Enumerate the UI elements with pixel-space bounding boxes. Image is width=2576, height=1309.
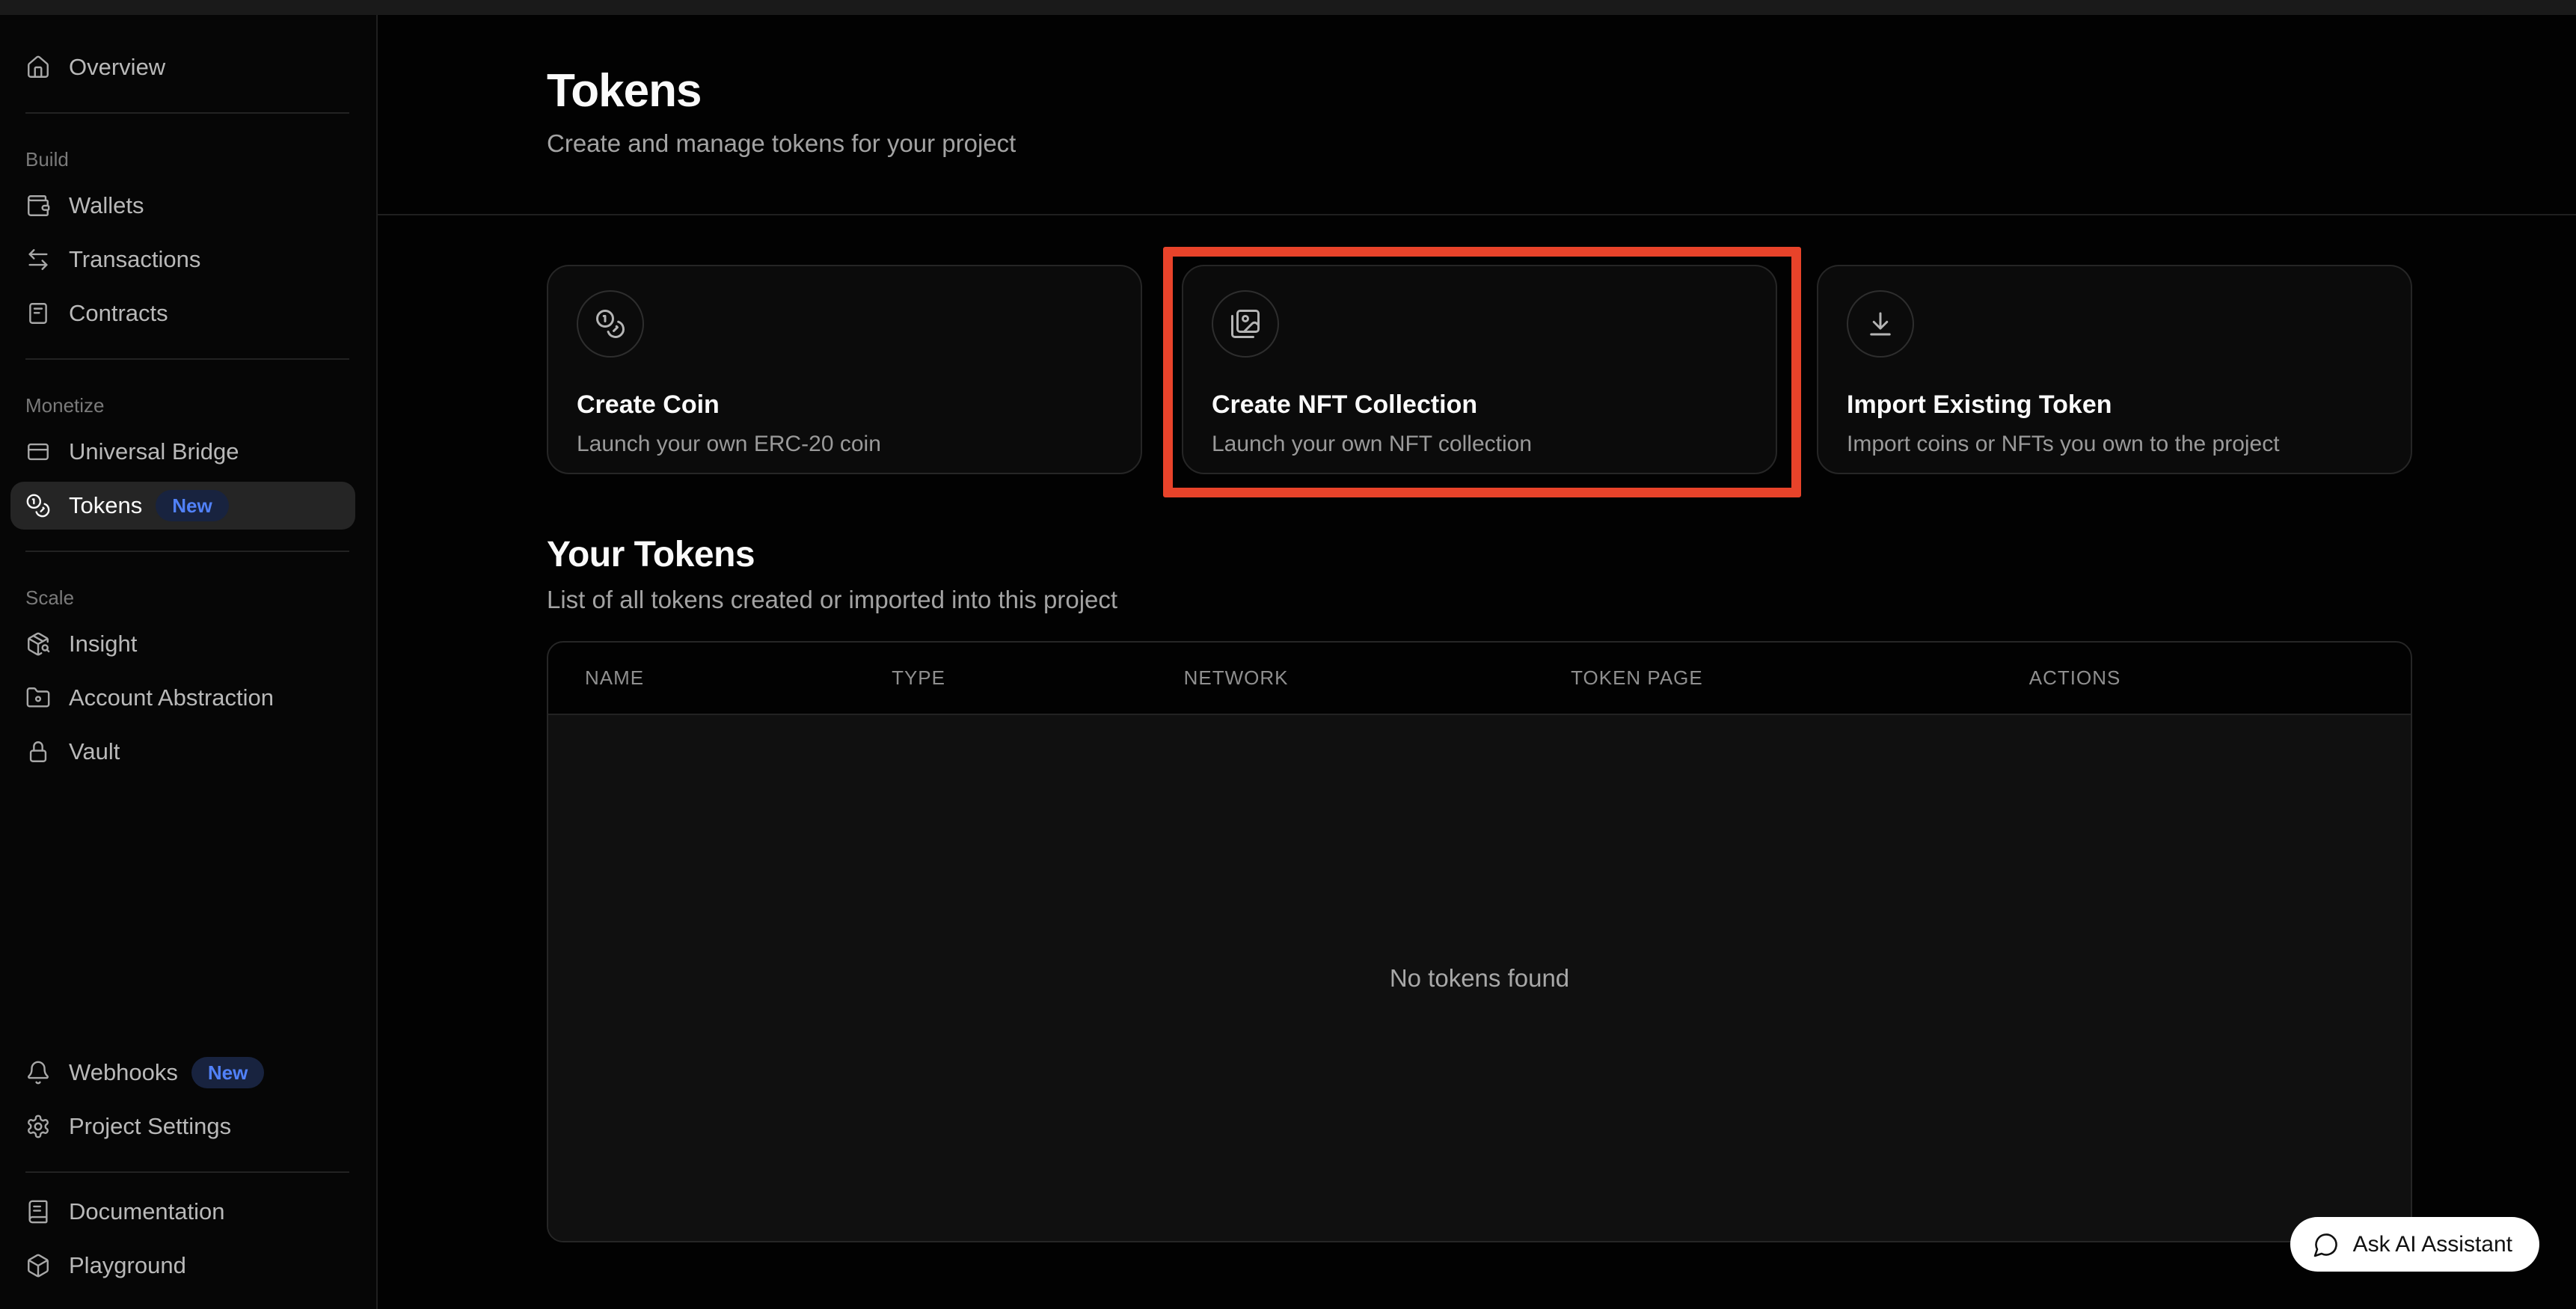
card-title: Create Coin <box>577 390 1112 420</box>
token-action-cards: Create Coin Launch your own ERC-20 coin … <box>547 265 2412 474</box>
sidebar-item-transactions[interactable]: Transactions <box>10 236 355 283</box>
sidebar-item-label: Webhooks <box>69 1059 178 1086</box>
column-header-name: NAME <box>585 666 892 690</box>
page-subtitle: Create and manage tokens for your projec… <box>547 129 2412 158</box>
column-header-network: NETWORK <box>1184 666 1571 690</box>
column-header-actions: ACTIONS <box>2029 666 2411 690</box>
sidebar-item-label: Transactions <box>69 246 200 273</box>
window-top-strip <box>0 0 2576 15</box>
sidebar-item-label: Overview <box>69 54 165 81</box>
create-coin-card[interactable]: Create Coin Launch your own ERC-20 coin <box>547 265 1142 474</box>
page-title: Tokens <box>547 64 2412 117</box>
sidebar-spacer <box>10 782 355 1049</box>
home-icon <box>25 55 51 80</box>
sidebar-item-label: Wallets <box>69 192 144 219</box>
sidebar-item-label: Project Settings <box>69 1113 231 1140</box>
sidebar-item-label: Universal Bridge <box>69 438 239 465</box>
divider <box>25 358 349 360</box>
sidebar-item-tokens[interactable]: Tokens New <box>10 482 355 530</box>
app: Overview Build Wallets Transactions Cont… <box>0 15 2576 1309</box>
import-existing-token-card[interactable]: Import Existing Token Import coins or NF… <box>1817 265 2412 474</box>
sidebar-section-build: Build <box>25 148 355 171</box>
package-search-icon <box>25 631 51 657</box>
coins-icon <box>577 290 644 358</box>
sidebar-item-project-settings[interactable]: Project Settings <box>10 1103 355 1150</box>
download-icon <box>1847 290 1914 358</box>
sidebar-item-overview[interactable]: Overview <box>10 43 355 91</box>
column-header-token-page: TOKEN PAGE <box>1571 666 2029 690</box>
sidebar-item-wallets[interactable]: Wallets <box>10 182 355 230</box>
sidebar-item-insight[interactable]: Insight <box>10 620 355 668</box>
column-header-type: TYPE <box>892 666 1184 690</box>
ai-button-label: Ask AI Assistant <box>2353 1232 2512 1257</box>
content-area: Create Coin Launch your own ERC-20 coin … <box>378 215 2576 1242</box>
card-subtitle: Launch your own ERC-20 coin <box>577 432 1112 457</box>
sidebar-item-vault[interactable]: Vault <box>10 728 355 776</box>
coins-icon <box>25 493 51 518</box>
card-title: Create NFT Collection <box>1212 390 1747 420</box>
bridge-card-icon <box>25 439 51 465</box>
bell-icon <box>25 1060 51 1085</box>
divider <box>25 112 349 114</box>
tokens-table-header: NAME TYPE NETWORK TOKEN PAGE ACTIONS <box>548 643 2411 715</box>
tokens-table-body: No tokens found <box>548 715 2411 1241</box>
tokens-table: NAME TYPE NETWORK TOKEN PAGE ACTIONS No … <box>547 641 2412 1242</box>
create-nft-card-wrap: Create NFT Collection Launch your own NF… <box>1182 265 1777 474</box>
create-nft-collection-card[interactable]: Create NFT Collection Launch your own NF… <box>1182 265 1777 474</box>
sidebar-item-label: Contracts <box>69 300 168 327</box>
new-badge: New <box>156 490 228 521</box>
sidebar-item-label: Playground <box>69 1252 186 1279</box>
sidebar-item-universal-bridge[interactable]: Universal Bridge <box>10 428 355 476</box>
gear-icon <box>25 1114 51 1139</box>
contract-document-icon <box>25 301 51 326</box>
create-coin-card-wrap: Create Coin Launch your own ERC-20 coin <box>547 265 1142 474</box>
ask-ai-assistant-button[interactable]: Ask AI Assistant <box>2290 1217 2539 1272</box>
chat-bubble-icon <box>2313 1231 2340 1258</box>
page-header: Tokens Create and manage tokens for your… <box>378 15 2576 215</box>
card-subtitle: Import coins or NFTs you own to the proj… <box>1847 432 2382 457</box>
new-badge: New <box>191 1057 264 1088</box>
sidebar-item-label: Insight <box>69 631 137 657</box>
import-token-card-wrap: Import Existing Token Import coins or NF… <box>1817 265 2412 474</box>
sidebar-item-webhooks[interactable]: Webhooks New <box>10 1049 355 1097</box>
folder-dot-icon <box>25 685 51 711</box>
book-icon <box>25 1199 51 1224</box>
sidebar-item-label: Account Abstraction <box>69 684 274 711</box>
images-icon <box>1212 290 1279 358</box>
divider <box>25 1171 349 1173</box>
sidebar-section-monetize: Monetize <box>25 394 355 417</box>
sidebar: Overview Build Wallets Transactions Cont… <box>0 15 378 1309</box>
wallet-icon <box>25 193 51 218</box>
main-content: Tokens Create and manage tokens for your… <box>378 15 2576 1309</box>
sidebar-section-scale: Scale <box>25 586 355 610</box>
arrows-left-right-icon <box>25 247 51 272</box>
empty-state-message: No tokens found <box>1390 964 1569 993</box>
sidebar-item-label: Documentation <box>69 1198 225 1225</box>
sidebar-item-documentation[interactable]: Documentation <box>10 1188 355 1236</box>
card-subtitle: Launch your own NFT collection <box>1212 432 1747 457</box>
divider <box>25 551 349 552</box>
cube-icon <box>25 1253 51 1278</box>
sidebar-item-playground[interactable]: Playground <box>10 1242 355 1290</box>
sidebar-item-account-abstraction[interactable]: Account Abstraction <box>10 674 355 722</box>
sidebar-item-label: Tokens <box>69 492 142 519</box>
lock-icon <box>25 739 51 764</box>
your-tokens-subtitle: List of all tokens created or imported i… <box>547 586 2412 614</box>
sidebar-item-label: Vault <box>69 738 120 765</box>
sidebar-item-contracts[interactable]: Contracts <box>10 289 355 337</box>
card-title: Import Existing Token <box>1847 390 2382 420</box>
your-tokens-title: Your Tokens <box>547 534 2412 575</box>
